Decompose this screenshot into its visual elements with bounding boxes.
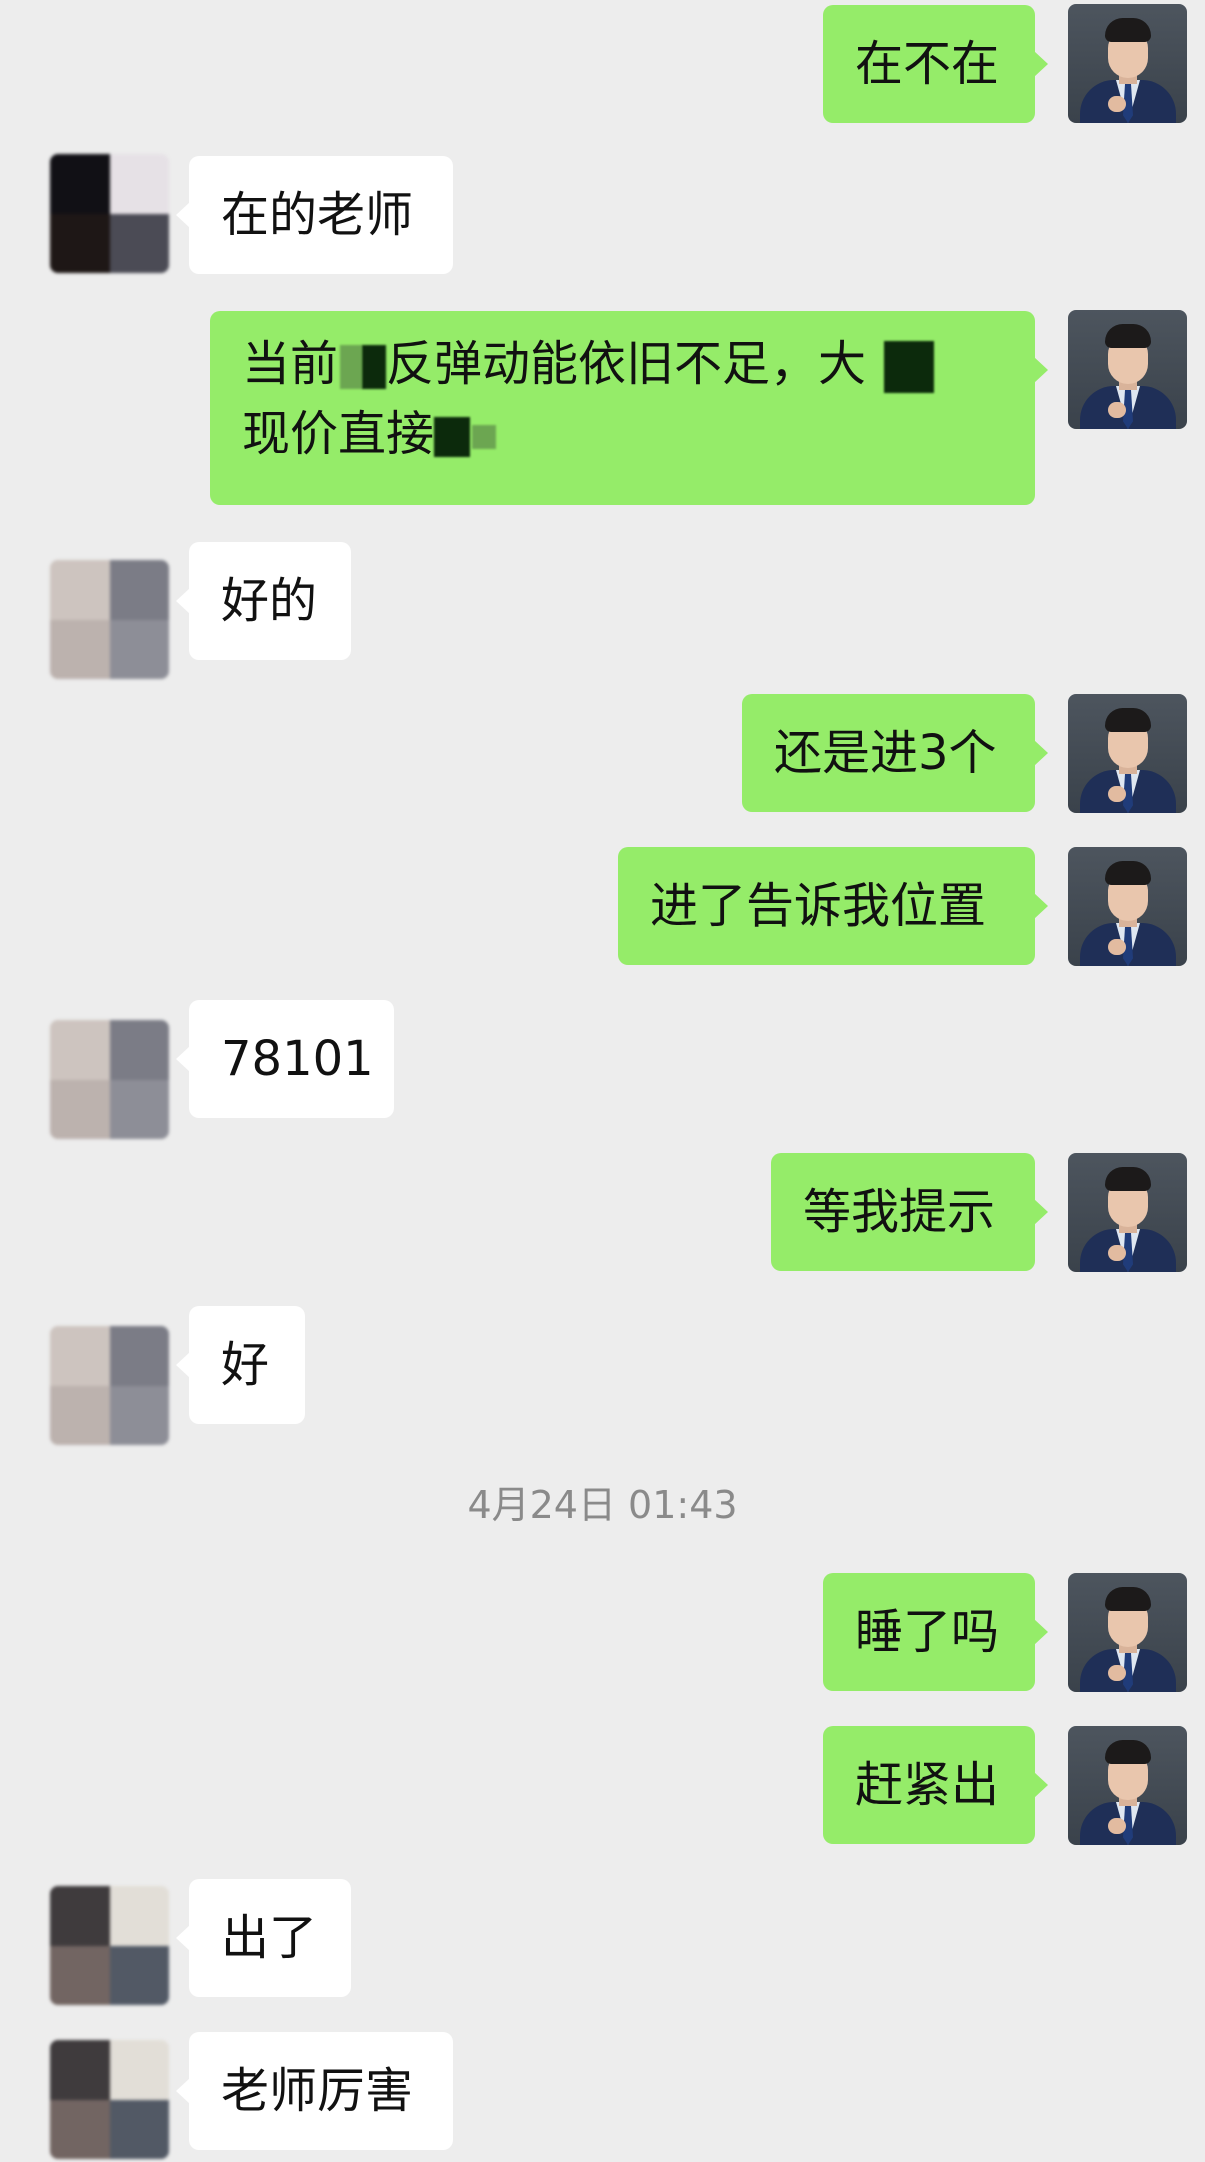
message-text: 在的老师 <box>221 187 414 243</box>
message-bubble-sent[interactable]: 进了告诉我位置 <box>618 847 1048 965</box>
redaction-mosaic <box>362 345 387 389</box>
redaction-mosaic <box>340 345 363 389</box>
message-bubble-received[interactable]: 在的老师 <box>176 156 453 274</box>
message-text: 等我提示 <box>803 1184 996 1240</box>
contact-avatar[interactable] <box>50 1326 169 1445</box>
message-bubble-sent[interactable]: 睡了吗 <box>823 1573 1048 1691</box>
message-bubble-sent[interactable]: 还是进3个 <box>742 694 1048 812</box>
message-text: 好的 <box>221 573 318 629</box>
message-bubble-received[interactable]: 好 <box>176 1306 305 1424</box>
chat-history[interactable]: 在不在 在的老师 当前 反弹动能依旧不足，大 现价直接 好的 还是进3个 进了告… <box>0 0 1205 2162</box>
my-avatar[interactable] <box>1068 310 1187 429</box>
message-bubble-sent[interactable]: 在不在 <box>823 5 1048 123</box>
message-bubble-sent[interactable]: 赶紧出 <box>823 1726 1048 1844</box>
contact-avatar[interactable] <box>50 154 169 273</box>
my-avatar[interactable] <box>1068 1573 1187 1692</box>
message-text: 进了告诉我位置 <box>650 878 987 934</box>
redaction-mosaic <box>434 417 471 457</box>
message-bubble-sent[interactable]: 当前 反弹动能依旧不足，大 现价直接 <box>210 311 1048 505</box>
message-text: 反弹动能依旧不足，大 <box>386 336 867 392</box>
contact-avatar[interactable] <box>50 1020 169 1139</box>
message-bubble-received[interactable]: 78101 <box>176 1000 394 1118</box>
contact-avatar[interactable] <box>50 1886 169 2005</box>
contact-avatar[interactable] <box>50 2040 169 2159</box>
message-bubble-received[interactable]: 出了 <box>176 1879 351 1997</box>
contact-avatar[interactable] <box>50 560 169 679</box>
message-text: 出了 <box>221 1910 318 1966</box>
message-bubble-sent[interactable]: 等我提示 <box>771 1153 1048 1271</box>
message-text: 老师厉害 <box>221 2063 414 2119</box>
my-avatar[interactable] <box>1068 1726 1187 1845</box>
redaction-mosaic <box>884 341 935 393</box>
my-avatar[interactable] <box>1068 847 1187 966</box>
my-avatar[interactable] <box>1068 4 1187 123</box>
message-text: 睡了吗 <box>855 1604 1000 1660</box>
message-text: 好 <box>221 1337 270 1393</box>
message-text: 还是进3个 <box>774 725 997 781</box>
my-avatar[interactable] <box>1068 694 1187 813</box>
message-text: 当前 <box>242 336 339 392</box>
message-bubble-received[interactable]: 好的 <box>176 542 351 660</box>
message-text: 在不在 <box>855 36 1000 92</box>
message-timestamp: 4月24日 01:43 <box>467 1483 738 1527</box>
message-line: 现价直接 <box>242 399 1003 469</box>
message-bubble-received[interactable]: 老师厉害 <box>176 2032 453 2150</box>
message-line: 当前 反弹动能依旧不足，大 <box>242 329 1003 399</box>
message-text: 现价直接 <box>242 406 435 462</box>
message-text: 赶紧出 <box>855 1757 1000 1813</box>
my-avatar[interactable] <box>1068 1153 1187 1272</box>
redaction-mosaic <box>472 425 497 449</box>
message-text: 78101 <box>221 1031 374 1087</box>
